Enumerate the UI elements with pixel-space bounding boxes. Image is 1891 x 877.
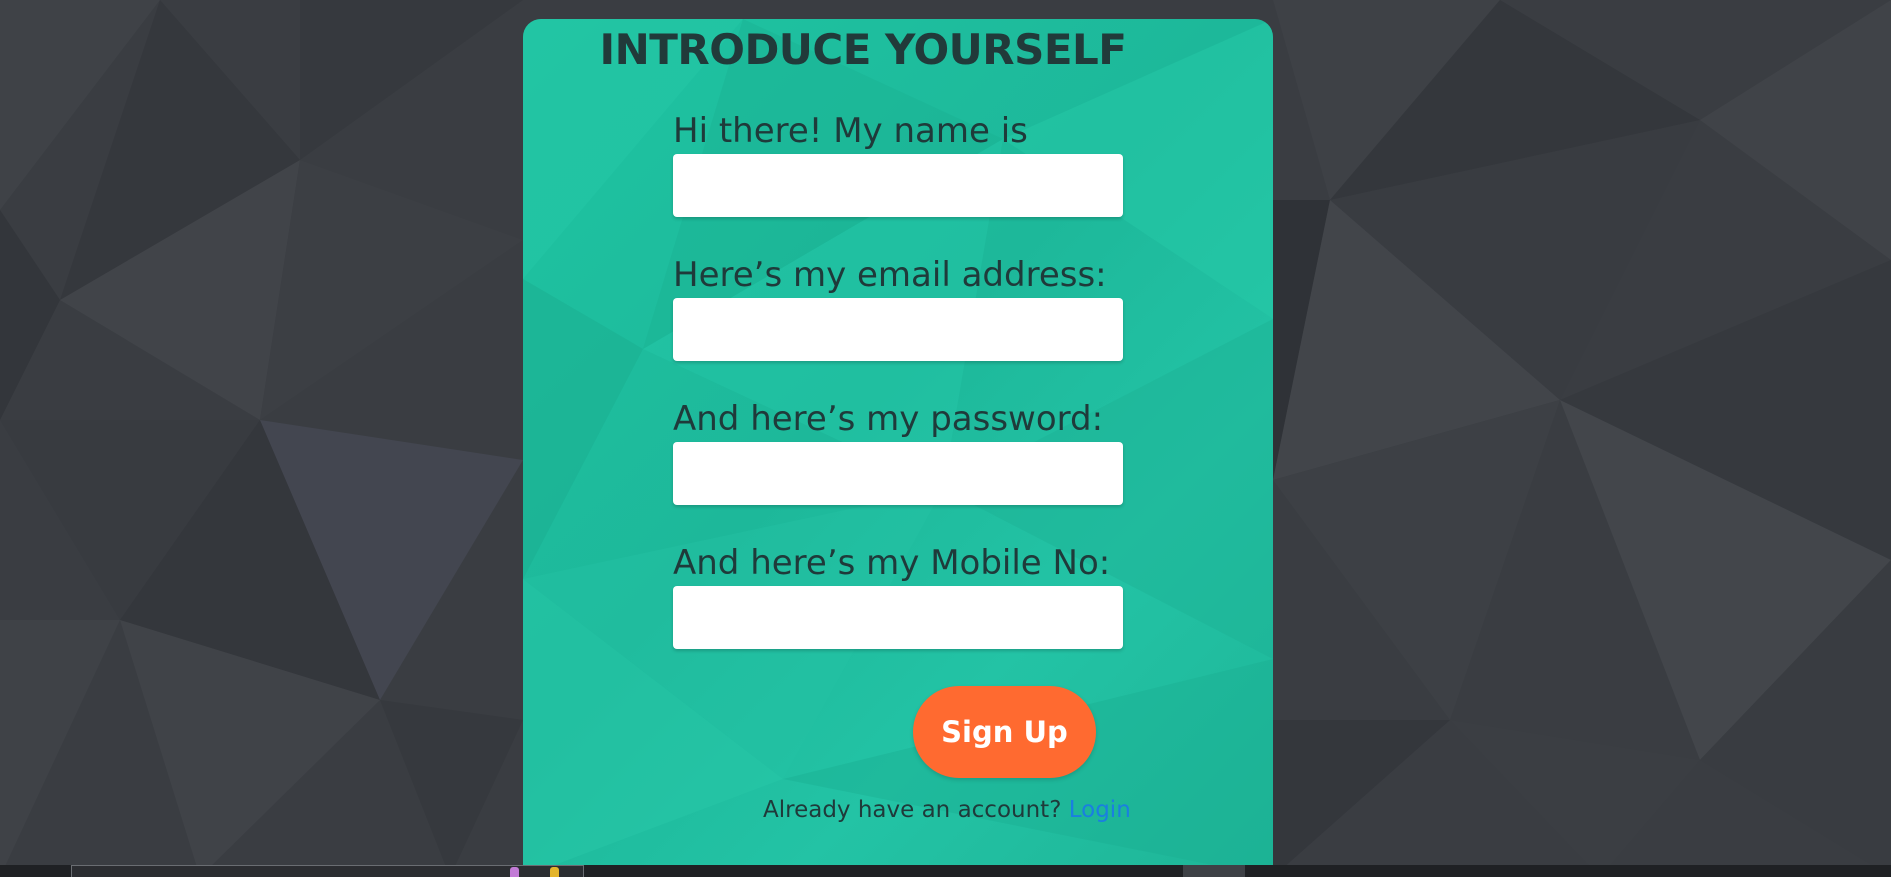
email-input[interactable] (673, 298, 1123, 361)
taskbar-app-icon[interactable] (550, 867, 559, 877)
email-label: Here’s my email address: (673, 255, 1107, 295)
sign-up-button[interactable]: Sign Up (913, 686, 1096, 778)
mobile-input[interactable] (673, 586, 1123, 649)
name-input[interactable] (673, 154, 1123, 217)
mobile-label: And here’s my Mobile No: (673, 543, 1111, 583)
taskbar-app-icon[interactable] (510, 867, 519, 877)
form-title: INTRODUCE YOURSELF (599, 25, 1127, 74)
signup-card: INTRODUCE YOURSELF Hi there! My name is … (523, 19, 1273, 877)
password-input[interactable] (673, 442, 1123, 505)
name-label: Hi there! My name is (673, 111, 1028, 151)
taskbar-search-box[interactable] (71, 865, 584, 877)
password-label: And here’s my password: (673, 399, 1104, 439)
login-link[interactable]: Login (1069, 797, 1131, 823)
taskbar-active-app[interactable] (1183, 865, 1245, 877)
taskbar (0, 865, 1891, 877)
login-prompt-text: Already have an account? (763, 797, 1062, 823)
login-prompt-row: Already have an account? Login (523, 795, 1273, 825)
